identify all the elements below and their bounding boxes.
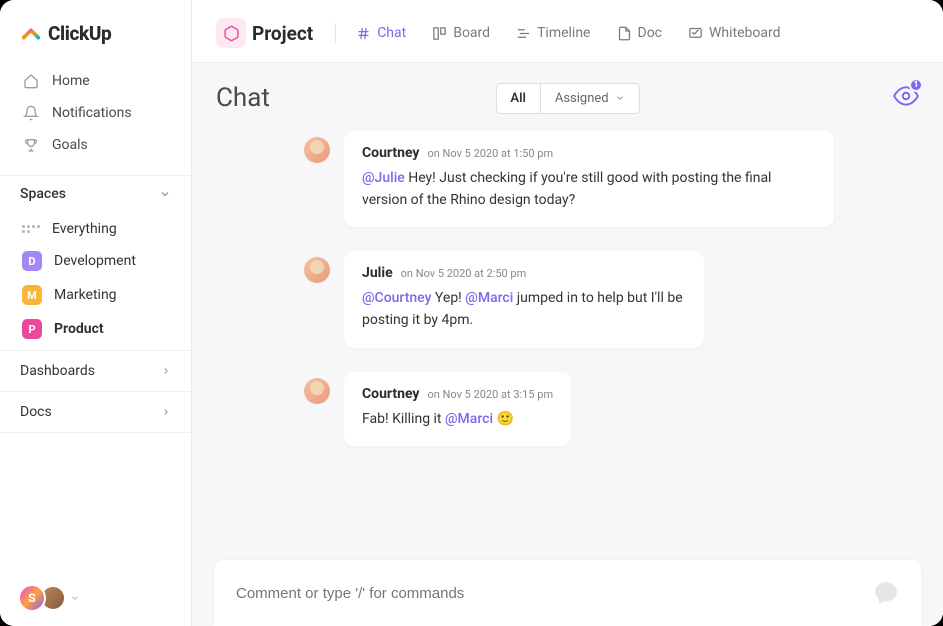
- nav-primary: Home Notifications Goals: [0, 63, 191, 163]
- avatar: [304, 137, 330, 163]
- project-name: Project: [252, 22, 313, 45]
- dashboards-section[interactable]: Dashboards: [0, 350, 191, 391]
- nav-label: Goals: [52, 137, 88, 153]
- chevron-down-icon: [615, 93, 625, 103]
- space-badge: M: [22, 285, 42, 305]
- timeline-icon: [516, 26, 531, 41]
- message: Julie on Nov 5 2020 at 2:50 pm @Courtney…: [216, 251, 919, 347]
- tab-label: Chat: [377, 25, 406, 41]
- app-window: ClickUp Home Notifications Goals Spaces: [0, 0, 943, 626]
- spaces-list: Everything D Development M Marketing P P…: [0, 210, 191, 350]
- space-label: Development: [54, 253, 136, 269]
- logo[interactable]: ClickUp: [0, 0, 191, 63]
- project-icon: [216, 18, 246, 48]
- chevron-right-icon: [161, 407, 171, 417]
- filter-segment: All Assigned: [495, 83, 639, 114]
- board-icon: [432, 26, 447, 41]
- tab-chat[interactable]: Chat: [346, 21, 416, 45]
- user-avatars[interactable]: S: [18, 584, 66, 612]
- chevron-down-icon: [159, 188, 171, 200]
- spaces-header[interactable]: Spaces: [0, 175, 191, 210]
- filter-label: Assigned: [555, 91, 609, 106]
- watchers-button[interactable]: 1: [893, 83, 919, 113]
- message: Courtney on Nov 5 2020 at 3:15 pm Fab! K…: [216, 372, 919, 447]
- message-bubble[interactable]: Courtney on Nov 5 2020 at 1:50 pm @Julie…: [344, 131, 834, 227]
- page-title: Chat: [216, 83, 270, 113]
- nav-label: Notifications: [52, 105, 132, 121]
- nav-goals[interactable]: Goals: [0, 129, 191, 161]
- doc-icon: [617, 26, 632, 41]
- docs-section[interactable]: Docs: [0, 391, 191, 433]
- header-controls: All Assigned: [495, 83, 639, 114]
- space-badge: P: [22, 319, 42, 339]
- message-body: @Julie Hey! Just checking if you're stil…: [362, 168, 816, 211]
- chevron-right-icon: [161, 366, 171, 376]
- topbar: Project Chat Board Timeline Doc Whiteboa…: [192, 0, 943, 63]
- filter-assigned[interactable]: Assigned: [541, 84, 639, 113]
- watcher-count: 1: [909, 78, 923, 92]
- tab-timeline[interactable]: Timeline: [506, 21, 600, 45]
- logo-icon: [20, 23, 42, 45]
- sidebar: ClickUp Home Notifications Goals Spaces: [0, 0, 192, 626]
- docs-label: Docs: [20, 404, 52, 420]
- message-time: on Nov 5 2020 at 2:50 pm: [401, 267, 527, 280]
- avatar: [304, 257, 330, 283]
- chevron-down-icon[interactable]: [70, 593, 80, 603]
- logo-text: ClickUp: [48, 22, 111, 45]
- hash-icon: [356, 26, 371, 41]
- message-bubble[interactable]: Julie on Nov 5 2020 at 2:50 pm @Courtney…: [344, 251, 704, 347]
- filter-all[interactable]: All: [496, 84, 539, 113]
- everything-icon: [22, 225, 40, 233]
- avatar: S: [18, 584, 46, 612]
- message-body: @Courtney Yep! @Marci jumped in to help …: [362, 288, 686, 331]
- tab-whiteboard[interactable]: Whiteboard: [678, 21, 791, 45]
- trophy-icon: [22, 136, 40, 154]
- space-everything[interactable]: Everything: [0, 214, 191, 244]
- space-label: Everything: [52, 221, 117, 237]
- messages: Courtney on Nov 5 2020 at 1:50 pm @Julie…: [216, 131, 919, 560]
- message: Courtney on Nov 5 2020 at 1:50 pm @Julie…: [216, 131, 919, 227]
- bell-icon: [22, 104, 40, 122]
- content: Chat All Assigned 1: [192, 63, 943, 626]
- message-author: Courtney: [362, 386, 419, 402]
- composer[interactable]: [214, 560, 921, 626]
- tab-label: Timeline: [537, 25, 590, 41]
- composer-input[interactable]: [236, 585, 873, 602]
- whiteboard-icon: [688, 26, 703, 41]
- sidebar-footer: S: [0, 570, 191, 626]
- tab-label: Doc: [638, 25, 663, 41]
- comment-icon[interactable]: [873, 580, 899, 606]
- tab-doc[interactable]: Doc: [607, 21, 673, 45]
- message-author: Julie: [362, 265, 393, 281]
- message-author: Courtney: [362, 145, 419, 161]
- tab-label: Board: [453, 25, 490, 41]
- divider: [335, 23, 336, 43]
- dashboards-label: Dashboards: [20, 363, 95, 379]
- nav-notifications[interactable]: Notifications: [0, 97, 191, 129]
- home-icon: [22, 72, 40, 90]
- tab-board[interactable]: Board: [422, 21, 500, 45]
- space-label: Product: [54, 321, 104, 337]
- space-label: Marketing: [54, 287, 117, 303]
- avatar: [304, 378, 330, 404]
- space-product[interactable]: P Product: [0, 312, 191, 346]
- message-body: Fab! Killing it @Marci 🙂: [362, 409, 553, 431]
- content-header: Chat All Assigned 1: [216, 83, 919, 113]
- nav-label: Home: [52, 73, 90, 89]
- message-bubble[interactable]: Courtney on Nov 5 2020 at 3:15 pm Fab! K…: [344, 372, 571, 447]
- space-marketing[interactable]: M Marketing: [0, 278, 191, 312]
- message-time: on Nov 5 2020 at 3:15 pm: [427, 388, 553, 401]
- nav-home[interactable]: Home: [0, 65, 191, 97]
- message-time: on Nov 5 2020 at 1:50 pm: [427, 147, 553, 160]
- main: Project Chat Board Timeline Doc Whiteboa…: [192, 0, 943, 626]
- spaces-header-label: Spaces: [20, 186, 66, 202]
- space-development[interactable]: D Development: [0, 244, 191, 278]
- space-badge: D: [22, 251, 42, 271]
- tab-label: Whiteboard: [709, 25, 781, 41]
